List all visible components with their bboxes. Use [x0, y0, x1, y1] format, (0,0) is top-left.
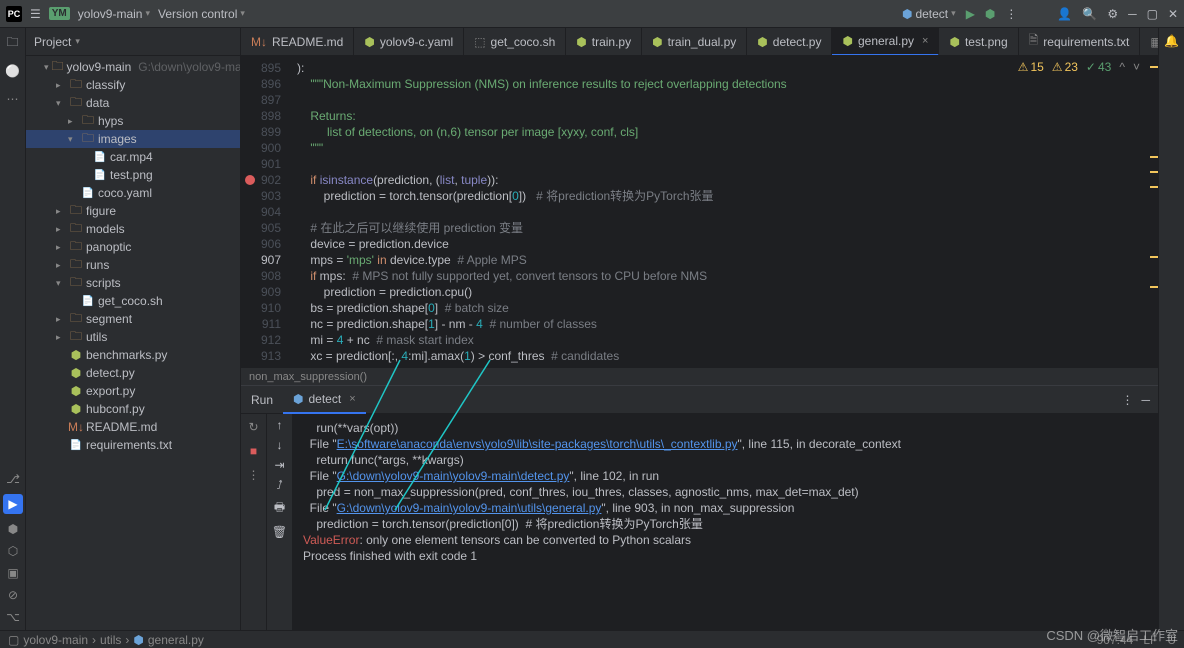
- branch-icon[interactable]: ▢: [8, 633, 19, 647]
- collab-icon[interactable]: 👤: [1057, 7, 1072, 21]
- tree-row[interactable]: ⬢detect.py: [26, 364, 240, 382]
- console-output[interactable]: run(**vars(opt)) File "E:\software\anaco…: [293, 414, 1158, 630]
- editor-tab[interactable]: ⬢train.py: [566, 28, 642, 56]
- editor-tab[interactable]: ▦performance.png: [1140, 28, 1158, 56]
- settings-icon[interactable]: ⚙: [1107, 7, 1118, 21]
- file-breadcrumb[interactable]: yolov9-main › utils › ⬢ general.py: [23, 633, 204, 647]
- notifications-icon[interactable]: 🔔: [1164, 34, 1179, 48]
- tree-row[interactable]: 📄car.mp4: [26, 148, 240, 166]
- hamburger-icon[interactable]: ☰: [30, 7, 41, 21]
- more-icon[interactable]: ⋮: [1005, 7, 1017, 21]
- titlebar: PC ☰ YM yolov9-main ▾ Version control ▾ …: [0, 0, 1184, 28]
- tree-row[interactable]: ▾🗀yolov9-main G:\down\yolov9-main\yolov9…: [26, 58, 240, 76]
- tree-row[interactable]: 📄coco.yaml: [26, 184, 240, 202]
- vcs-tool-icon[interactable]: ⌥: [6, 610, 20, 624]
- tree-row[interactable]: ⬢benchmarks.py: [26, 346, 240, 364]
- run-options-icon[interactable]: ⋮: [1121, 393, 1133, 407]
- wrap-icon[interactable]: ⇥: [274, 458, 284, 472]
- editor-tab[interactable]: ⬢train_dual.py: [642, 28, 747, 56]
- print-icon[interactable]: 🖶: [274, 498, 285, 519]
- down-icon[interactable]: ↓: [277, 438, 283, 452]
- tree-row[interactable]: 📄requirements.txt: [26, 436, 240, 454]
- tree-row[interactable]: ⬢export.py: [26, 382, 240, 400]
- editor-tab[interactable]: ⬚get_coco.sh: [464, 28, 566, 56]
- inspection-summary[interactable]: ⚠ 15 ⚠ 23 ✓ 43 ^˅: [1018, 60, 1140, 74]
- editor-tab[interactable]: ⬢test.png: [939, 28, 1018, 56]
- tree-row[interactable]: M↓README.md: [26, 418, 240, 436]
- tree-row[interactable]: ▾🗀scripts: [26, 274, 240, 292]
- editor-tab[interactable]: 🗎requirements.txt: [1019, 28, 1141, 56]
- project-badge: YM: [49, 7, 70, 20]
- project-selector[interactable]: yolov9-main ▾: [78, 7, 150, 21]
- tree-row[interactable]: ⬢hubconf.py: [26, 400, 240, 418]
- editor-tabs: M↓README.md⬢yolov9-c.yaml⬚get_coco.sh⬢tr…: [241, 28, 1158, 56]
- tree-row[interactable]: ▸🗀hyps: [26, 112, 240, 130]
- tree-row[interactable]: ▸🗀segment: [26, 310, 240, 328]
- structure-icon[interactable]: ⚪: [4, 62, 22, 80]
- editor-tab[interactable]: ⬢detect.py: [747, 28, 832, 56]
- run-toolbar: ↻ ■ ⋮: [241, 414, 267, 630]
- tree-row[interactable]: ▾🗀images: [26, 130, 240, 148]
- code-area[interactable]: ): """Non-Maximum Suppression (NMS) on i…: [289, 56, 1146, 367]
- debug-icon[interactable]: ⬢: [985, 7, 995, 21]
- tree-row[interactable]: ▸🗀models: [26, 220, 240, 238]
- app-logo: PC: [6, 6, 22, 22]
- services-icon[interactable]: ⬡: [8, 544, 18, 558]
- close-icon[interactable]: ×: [922, 35, 928, 47]
- breakpoint-icon[interactable]: [245, 175, 255, 185]
- more-run-icon[interactable]: ⋮: [245, 466, 263, 484]
- scroll-icon[interactable]: ⭜: [276, 478, 282, 492]
- editor-tab[interactable]: ⬢general.py×: [832, 28, 939, 56]
- git-icon[interactable]: ⎇: [6, 472, 20, 486]
- project-panel: Project▾ ▾🗀yolov9-main G:\down\yolov9-ma…: [26, 28, 241, 630]
- close-icon[interactable]: ×: [349, 393, 355, 405]
- problems-icon[interactable]: ⊘: [8, 588, 18, 602]
- project-tree[interactable]: ▾🗀yolov9-main G:\down\yolov9-main\yolov9…: [26, 56, 240, 630]
- run-tab[interactable]: ⬢detect×: [283, 386, 366, 414]
- editor-tab[interactable]: M↓README.md: [241, 28, 354, 56]
- project-panel-header[interactable]: Project▾: [26, 28, 240, 56]
- code-editor[interactable]: 8958968978988999009019029039049059069079…: [241, 56, 1158, 367]
- gutter: 8958968978988999009019029039049059069079…: [241, 56, 289, 367]
- tree-row[interactable]: 📄get_coco.sh: [26, 292, 240, 310]
- python-console-icon[interactable]: ⬢: [8, 522, 18, 536]
- watermark: CSDN @微智启工作室: [1046, 625, 1178, 644]
- minimize-run-icon[interactable]: ─: [1141, 393, 1150, 407]
- run-title: Run: [241, 393, 283, 407]
- tree-row[interactable]: ▸🗀utils: [26, 328, 240, 346]
- terminal-icon[interactable]: ▣: [7, 566, 18, 580]
- right-toolbar: 🔔: [1158, 28, 1184, 630]
- editor-tab[interactable]: ⬢yolov9-c.yaml: [354, 28, 464, 56]
- tree-row[interactable]: ▾🗀data: [26, 94, 240, 112]
- vcs-selector[interactable]: Version control ▾: [158, 7, 245, 21]
- close-icon[interactable]: ✕: [1168, 7, 1178, 21]
- search-icon[interactable]: 🔍: [1082, 7, 1097, 21]
- trash-icon[interactable]: 🗑: [272, 525, 287, 539]
- minimize-icon[interactable]: ─: [1128, 7, 1137, 21]
- rerun-icon[interactable]: ↻: [245, 418, 263, 436]
- tree-row[interactable]: 📄test.png: [26, 166, 240, 184]
- inspection-strip[interactable]: [1146, 56, 1158, 367]
- tree-row[interactable]: ▸🗀runs: [26, 256, 240, 274]
- maximize-icon[interactable]: ▢: [1147, 7, 1158, 21]
- run-config[interactable]: ⬢ detect ▾: [902, 7, 956, 21]
- run-panel: Run ⬢detect× ⋮ ─ ↻ ■ ⋮: [241, 385, 1158, 630]
- project-tool-icon[interactable]: 🗀: [4, 34, 22, 52]
- statusbar: ▢ yolov9-main › utils › ⬢ general.py 907…: [0, 630, 1184, 648]
- editor-breadcrumb: non_max_suppression(): [241, 367, 1158, 385]
- run-tool-icon[interactable]: ▶: [3, 494, 23, 514]
- more-tools-icon[interactable]: ⋯: [4, 90, 22, 108]
- tree-row[interactable]: ▸🗀classify: [26, 76, 240, 94]
- stop-icon[interactable]: ■: [245, 442, 263, 460]
- tree-row[interactable]: ▸🗀panoptic: [26, 238, 240, 256]
- tree-row[interactable]: ▸🗀figure: [26, 202, 240, 220]
- up-icon[interactable]: ↑: [277, 418, 283, 432]
- run-icon[interactable]: ▶: [966, 7, 975, 21]
